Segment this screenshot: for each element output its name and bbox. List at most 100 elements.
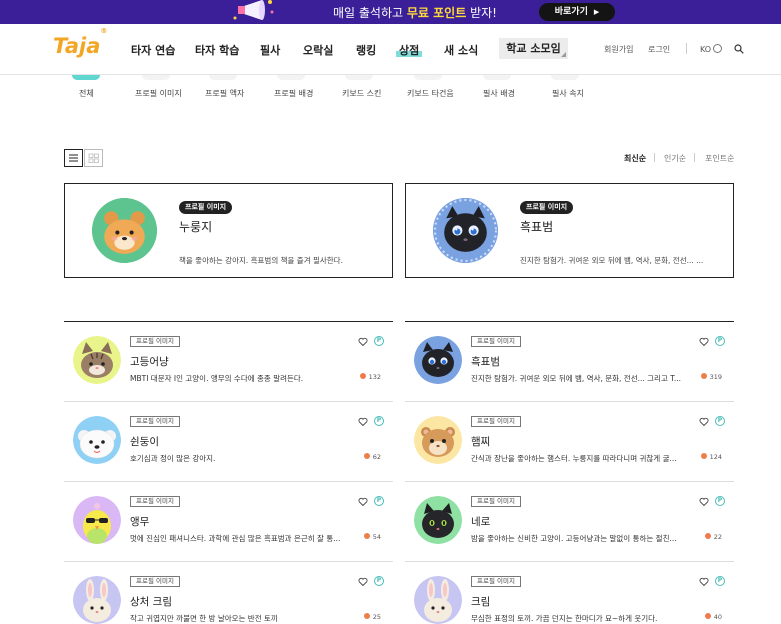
list-item[interactable]: 프로필 이미지 상처 크림 작고 귀엽지만 까불면 한 방 날아오는 반전 토끼… [64,562,393,624]
puppy-orange-avatar [92,198,157,263]
grid-view-button[interactable] [84,149,103,167]
sort-points[interactable]: 포인트순 [705,153,734,164]
top-nav: Taja® 타자 연습 타자 학습 필사 오락실 랭킹 상점 새 소식 학교 소… [0,24,781,75]
list-item[interactable]: 프로필 이미지 흑표범 진지한 탐험가. 귀여운 외모 뒤에 뱀, 역사, 문화… [405,322,734,402]
heart-icon[interactable] [358,577,368,587]
signup-link[interactable]: 회원가입 [604,44,633,55]
heart-icon[interactable] [358,417,368,427]
item-name: 앵무 [130,516,150,528]
category-icon [277,75,305,80]
category-tab-keyboard-skin[interactable]: 키보드 스킨 [342,88,381,99]
sort-latest[interactable]: 최신순 [624,153,646,164]
item-name: 흑표범 [520,220,554,234]
banner-text-prefix: 매일 출석하고 [333,6,407,20]
comment-count-value: 319 [709,373,722,381]
list-item[interactable]: 프로필 이미지 크림 무심한 표정의 토끼. 가끔 던지는 한마디가 묘~하게 … [405,562,734,624]
promo-banner[interactable]: 매일 출석하고 무료 포인트 받자! 바로가기 ▶ [0,0,781,24]
item-description: MBTI 대문자 I인 고양이. 앵무의 수다에 종종 말려든다. [130,374,304,383]
black-panther-avatar [433,198,498,263]
category-badge: 프로필 이미지 [471,576,521,587]
search-icon[interactable] [734,44,744,54]
nav-divider [686,43,687,54]
list-view-icon [69,154,78,162]
point-coin-icon: P [374,336,384,346]
category-tab-keyboard-sound[interactable]: 키보드 타건음 [407,88,454,99]
comment-count-value: 25 [372,613,381,621]
comment-count-value: 54 [372,533,381,541]
nav-item-ranking[interactable]: 랭킹 [356,42,376,58]
category-tab-profile-frame[interactable]: 프로필 액자 [205,88,244,99]
taja-logo[interactable]: Taja® [53,27,107,58]
category-badge: 프로필 이미지 [130,576,180,587]
category-icon [345,75,373,80]
list-item[interactable]: 프로필 이미지 네로 밤을 좋아하는 신비한 고양이. 고등어냥과는 말없이 통… [405,482,734,562]
banner-text-highlight: 무료 포인트 [406,6,467,20]
heart-icon[interactable] [699,577,709,587]
list-item[interactable]: 프로필 이미지 앵무 멋에 진심인 패셔니스타. 과학에 관심 많은 흑표범과 … [64,482,393,562]
heart-icon[interactable] [699,337,709,347]
comment-count: 124 [700,453,722,461]
category-icon [209,75,237,80]
nav-item-transcription[interactable]: 필사 [260,42,280,58]
comment-count-value: 62 [372,453,381,461]
heart-icon[interactable] [358,337,368,347]
featured-card[interactable]: 프로필 이미지 흑표범 진지한 탐험가. 귀여운 외모 뒤에 뱀, 역사, 문화… [405,183,734,278]
category-badge: 프로필 이미지 [130,416,180,427]
language-selector[interactable]: KO [700,44,723,54]
nav-item-typing-study[interactable]: 타자 학습 [195,42,239,58]
nav-item-arcade[interactable]: 오락실 [303,42,333,58]
school-group-button[interactable]: 학교 소모임 [499,38,568,59]
item-description: 책을 좋아하는 강아지. 흑표범의 책을 즐겨 필사한다. [179,256,343,265]
white-dog-avatar [73,416,121,464]
point-coin-icon: P [374,496,384,506]
item-description: 간식과 장난을 좋아하는 햄스터. 누룽지를 따라다니며 귀찮게 굴... [471,454,677,463]
comment-count-value: 124 [709,453,722,461]
heart-icon[interactable] [699,417,709,427]
banner-text-suffix: 받자! [466,6,497,20]
category-icon [483,75,511,80]
comment-icon [363,613,370,619]
heart-icon[interactable] [358,497,368,507]
grid-view-icon [88,153,99,163]
hamster-avatar [414,416,462,464]
category-tab-profile-image[interactable]: 프로필 이미지 [135,88,182,99]
comment-count-value: 22 [713,533,722,541]
point-coin-icon: P [715,416,725,426]
featured-card[interactable]: 프로필 이미지 누룽지 책을 좋아하는 강아지. 흑표범의 책을 즐겨 필사한다… [64,183,393,278]
heart-icon[interactable] [699,497,709,507]
point-coin-icon: P [374,576,384,586]
category-tab-all[interactable]: 전체 [79,88,94,99]
sort-popular[interactable]: 인기순 [664,153,686,164]
play-arrow-icon: ▶ [593,8,600,16]
comment-count-value: 132 [368,373,381,381]
black-cat-avatar [414,496,462,544]
sort-divider [654,153,655,162]
banner-button-label: 바로가기 [554,7,588,17]
category-tab-transcription-paper[interactable]: 필사 속지 [552,88,584,99]
list-item[interactable]: 프로필 이미지 고등어냥 MBTI 대문자 I인 고양이. 앵무의 수다에 종종… [64,322,393,402]
nav-item-typing-practice[interactable]: 타자 연습 [131,42,175,58]
list-view-button[interactable] [64,149,83,167]
nav-item-news[interactable]: 새 소식 [444,42,478,58]
item-description: 밤을 좋아하는 신비한 고양이. 고등어냥과는 말없이 통하는 절친... [471,534,677,543]
item-name: 네로 [471,516,491,528]
category-icon [414,75,442,80]
banner-go-button[interactable]: 바로가기 ▶ [539,3,615,21]
point-coin-icon: P [715,496,725,506]
nav-item-shop[interactable]: 상점 [395,42,423,58]
category-tab-profile-background[interactable]: 프로필 배경 [274,88,313,99]
list-item[interactable]: 프로필 이미지 쉰둥이 호기심과 정이 많은 강아지. P 62 [64,402,393,482]
comment-count-value: 40 [713,613,722,621]
category-badge: 프로필 이미지 [130,496,180,507]
list-item[interactable]: 프로필 이미지 햄찌 간식과 장난을 좋아하는 햄스터. 누룽지를 따라다니며 … [405,402,734,482]
point-coin-icon: P [715,336,725,346]
login-link[interactable]: 로그인 [648,44,670,55]
item-description: 진지한 탐험가. 귀여운 외모 뒤에 뱀, 역사, 문화, 전선... 그리고 … [471,374,682,383]
item-name: 크림 [471,596,491,608]
item-name: 흑표범 [471,356,500,368]
comment-count: 22 [704,533,722,541]
category-icon [142,75,170,80]
category-tab-transcription-background[interactable]: 필사 배경 [483,88,515,99]
item-description: 호기심과 정이 많은 강아지. [130,454,216,463]
category-badge: 프로필 이미지 [471,416,521,427]
